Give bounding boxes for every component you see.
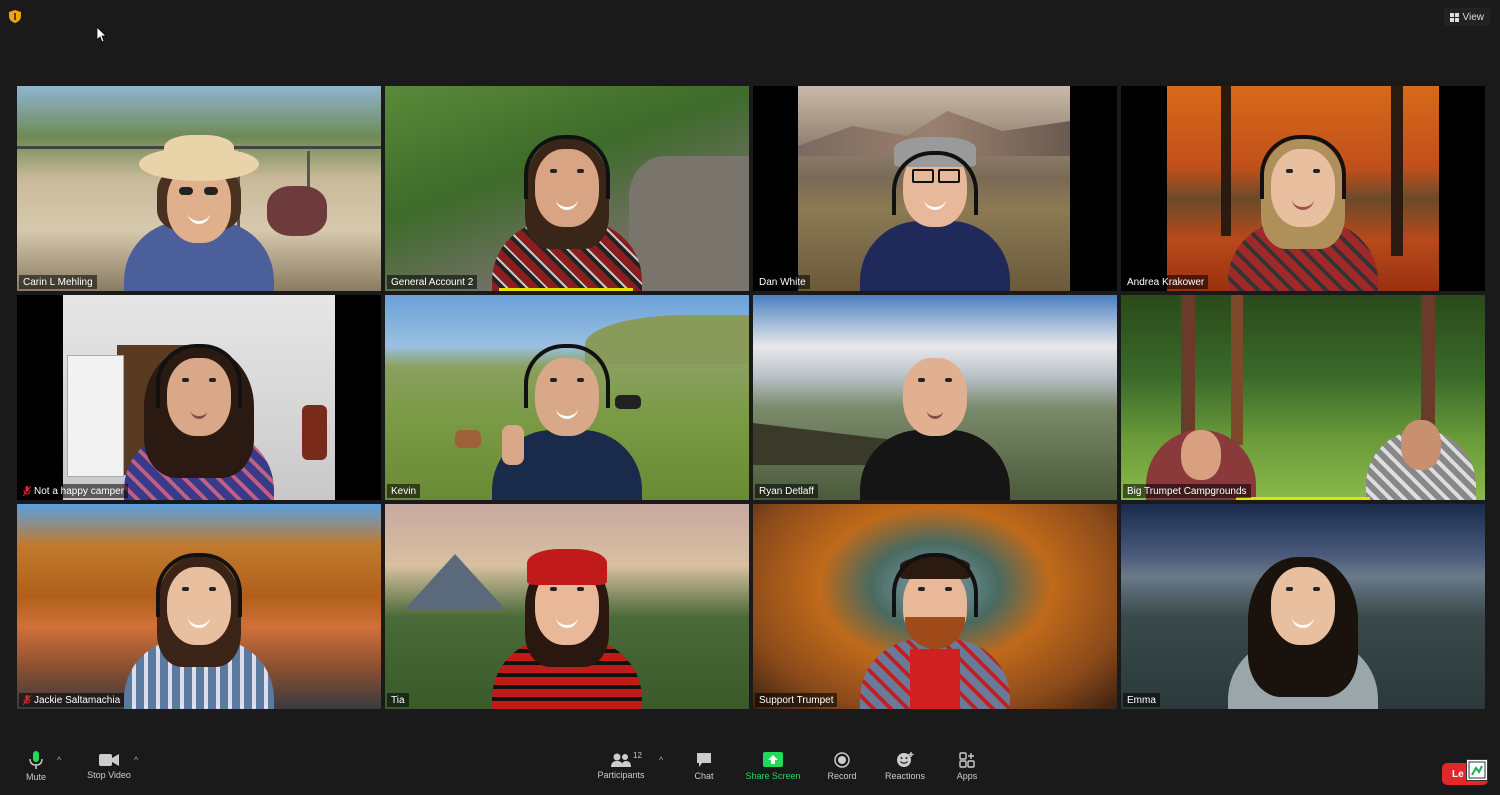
participant-avatar — [860, 539, 1010, 709]
video-tile[interactable]: Carin L Mehling — [17, 86, 381, 291]
video-tile[interactable]: Big Trumpet Campgrounds — [1121, 295, 1485, 500]
microphone-icon — [29, 750, 43, 769]
video-tile[interactable]: Tia — [385, 504, 749, 709]
participant-name-tag: Ryan Detlaff — [755, 484, 818, 498]
participant-name-tag: Big Trumpet Campgrounds — [1123, 484, 1251, 498]
view-button[interactable]: View — [1443, 8, 1490, 26]
video-tile[interactable]: Jackie Saltamachia — [17, 504, 381, 709]
chat-button[interactable]: Chat — [690, 737, 718, 795]
muted-mic-icon — [23, 695, 31, 705]
reactions-button[interactable]: Reactions — [882, 737, 928, 795]
meeting-toolbar: Mute ^ Stop Video ^ 12 Participants ^ Ch… — [0, 737, 1500, 795]
video-gallery: Carin L Mehling General Account 2 Dan Wh… — [17, 86, 1485, 709]
participant-name-tag: General Account 2 — [387, 275, 478, 289]
participant-avatar — [124, 330, 274, 500]
chat-bubble-icon — [697, 752, 711, 767]
participant-avatar — [124, 539, 274, 709]
participant-avatar — [492, 330, 642, 500]
view-label: View — [1462, 11, 1485, 23]
video-tile[interactable]: General Account 2 — [385, 86, 749, 291]
participant-name-tag: Jackie Saltamachia — [19, 693, 125, 707]
participant-name-tag: Not a happy camper — [19, 484, 129, 498]
video-tile[interactable]: Kevin — [385, 295, 749, 500]
participant-name-tag: Support Trumpet — [755, 693, 838, 707]
security-shield-icon[interactable] — [9, 10, 21, 23]
video-tile[interactable]: Not a happy camper — [17, 295, 381, 500]
participants-count: 12 — [633, 750, 642, 760]
video-tile[interactable]: Ryan Detlaff — [753, 295, 1117, 500]
share-screen-icon — [763, 751, 783, 767]
video-tile[interactable]: Dan White — [753, 86, 1117, 291]
video-camera-icon — [99, 753, 119, 766]
video-options-chevron-icon[interactable]: ^ — [134, 755, 138, 765]
mute-button[interactable]: Mute — [18, 737, 54, 795]
video-tile[interactable]: Andrea Krakower — [1121, 86, 1485, 291]
participant-name-tag: Dan White — [755, 275, 810, 289]
participant-name-tag: Kevin — [387, 484, 421, 498]
record-icon — [834, 751, 850, 768]
top-bar: View — [0, 0, 1500, 43]
participant-avatar — [1141, 330, 1261, 500]
notification-badge-icon[interactable] — [1466, 759, 1488, 781]
apps-button[interactable]: Apps — [952, 737, 982, 795]
participant-avatar — [1228, 121, 1378, 291]
participants-button[interactable]: 12 Participants — [594, 737, 648, 795]
grid-view-icon — [1449, 12, 1459, 22]
share-screen-button[interactable]: Share Screen — [743, 737, 803, 795]
participant-name-tag: Tia — [387, 693, 409, 707]
audio-options-chevron-icon[interactable]: ^ — [57, 755, 61, 765]
participant-avatar — [124, 121, 274, 291]
participant-avatar — [860, 330, 1010, 500]
participant-avatar — [492, 121, 642, 291]
participant-name-tag: Carin L Mehling — [19, 275, 97, 289]
participant-avatar — [1361, 330, 1481, 500]
participants-options-chevron-icon[interactable]: ^ — [659, 755, 663, 765]
video-tile[interactable]: Emma — [1121, 504, 1485, 709]
video-tile[interactable]: Support Trumpet — [753, 504, 1117, 709]
participant-name-tag: Emma — [1123, 693, 1160, 707]
participants-icon — [611, 753, 631, 767]
mouse-cursor-icon — [97, 27, 107, 43]
apps-icon — [959, 751, 975, 768]
record-button[interactable]: Record — [825, 737, 859, 795]
participant-avatar — [860, 121, 1010, 291]
muted-mic-icon — [23, 486, 31, 496]
participant-name-tag: Andrea Krakower — [1123, 275, 1209, 289]
stop-video-button[interactable]: Stop Video — [80, 737, 138, 795]
reactions-smiley-icon — [897, 751, 914, 767]
participant-avatar — [492, 539, 642, 709]
participant-avatar — [1228, 539, 1378, 709]
